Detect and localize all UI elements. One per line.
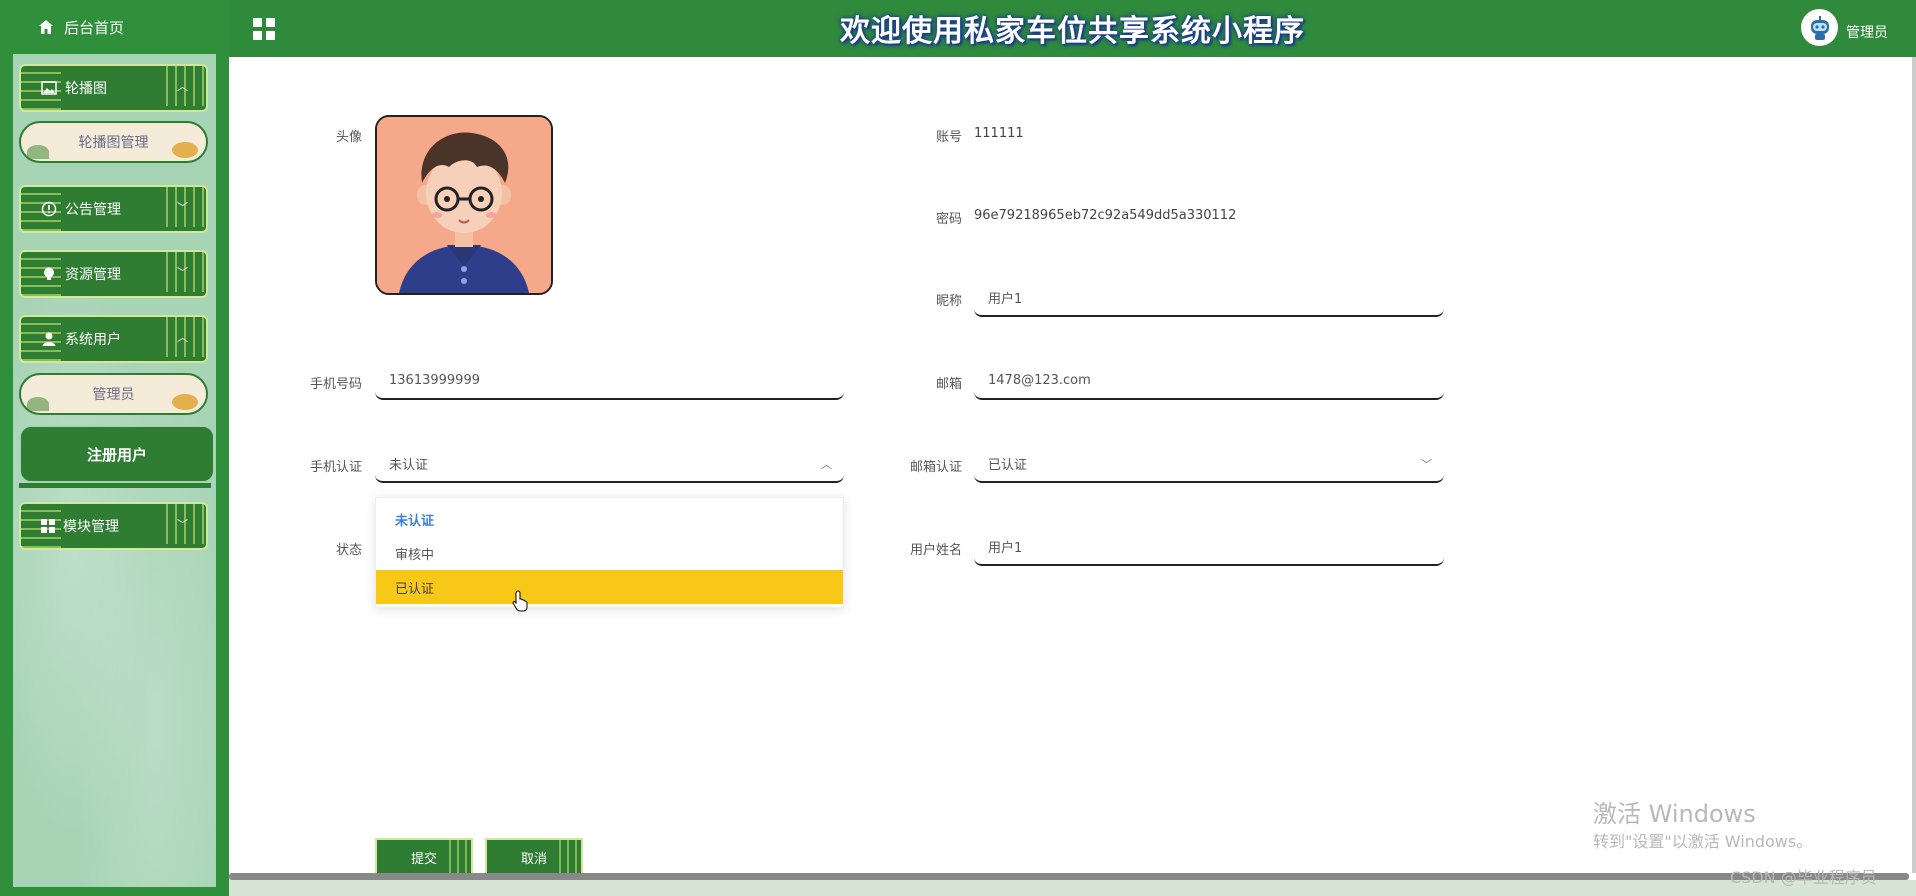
nickname-value: 用户1 xyxy=(988,291,1023,307)
nickname-label: 昵称 xyxy=(935,294,962,309)
sidebar-item-label: 管理员 xyxy=(92,387,135,403)
sidebar-item-registered-users[interactable]: 注册用户 xyxy=(19,425,215,483)
chevron-up-icon: ︿ xyxy=(177,80,188,93)
info-icon xyxy=(41,201,57,217)
phone-field[interactable]: 13613999999 xyxy=(375,362,844,400)
cancel-button-label: 取消 xyxy=(520,851,547,867)
sidebar: 后台首页 轮播图 ︿ 轮播图管理 公告管理 ﹀ 资源管理 ﹀ 系统用户 ︿ 管理… xyxy=(0,0,229,896)
page-title: 欢迎使用私家车位共享系统小程序 xyxy=(840,14,1305,49)
dropdown-option-reviewing[interactable]: 审核中 xyxy=(376,536,843,570)
chevron-down-icon: ﹀ xyxy=(177,266,188,279)
menu-module[interactable]: 模块管理 ﹀ xyxy=(19,502,208,550)
username-value: 用户1 xyxy=(988,540,1023,556)
email-verify-value: 已认证 xyxy=(988,457,1028,473)
menu-notice-label: 公告管理 xyxy=(65,202,121,218)
dropdown-option-label: 已认证 xyxy=(395,581,435,597)
menu-notice[interactable]: 公告管理 ﹀ xyxy=(19,185,208,233)
menu-resource[interactable]: 资源管理 ﹀ xyxy=(19,250,208,298)
chevron-up-icon: ︿ xyxy=(821,458,832,471)
sidebar-home[interactable]: 后台首页 xyxy=(0,0,229,54)
password-label: 密码 xyxy=(935,212,962,227)
username-label: 用户姓名 xyxy=(909,543,962,558)
email-verify-label: 邮箱认证 xyxy=(909,460,962,475)
sidebar-item-label: 注册用户 xyxy=(86,445,147,464)
phone-verify-label: 手机认证 xyxy=(309,460,362,475)
menu-resource-label: 资源管理 xyxy=(65,267,121,283)
vertical-scrollbar[interactable] xyxy=(1912,57,1916,873)
phone-value: 13613999999 xyxy=(389,372,480,388)
chevron-up-icon: ︿ xyxy=(177,331,188,344)
avatar-label: 头像 xyxy=(335,130,362,145)
windows-activate-subtitle: 转到"设置"以激活 Windows。 xyxy=(1593,832,1813,851)
phone-verify-dropdown: 未认证 审核中 已认证 xyxy=(375,497,844,608)
phone-verify-value: 未认证 xyxy=(389,457,429,473)
active-underline xyxy=(19,483,211,488)
avatar[interactable] xyxy=(1801,9,1838,46)
home-icon xyxy=(38,19,54,35)
password-value: 96e79218965eb72c92a549dd5a330112 xyxy=(974,208,1237,223)
user-icon xyxy=(41,331,57,347)
sidebar-home-label: 后台首页 xyxy=(64,18,125,37)
bottom-decoration xyxy=(229,880,1916,896)
bulb-icon xyxy=(41,266,57,282)
email-value: 1478@123.com xyxy=(988,372,1091,388)
dropdown-option-unverified[interactable]: 未认证 xyxy=(376,502,843,536)
menu-system-user[interactable]: 系统用户 ︿ xyxy=(19,315,208,363)
menu-system-user-label: 系统用户 xyxy=(65,332,121,348)
submit-button[interactable]: 提交 xyxy=(375,838,473,876)
avatar-image[interactable] xyxy=(375,115,553,295)
status-label: 状态 xyxy=(335,543,362,558)
dropdown-option-verified[interactable]: 已认证 xyxy=(376,570,843,604)
email-verify-select[interactable]: 已认证 ﹀ xyxy=(974,445,1444,483)
sidebar-item-carousel-manage[interactable]: 轮播图管理 xyxy=(19,121,208,163)
image-icon xyxy=(41,81,57,95)
chevron-down-icon: ﹀ xyxy=(1421,458,1432,471)
submit-button-label: 提交 xyxy=(410,851,437,867)
nickname-field[interactable]: 用户1 xyxy=(974,279,1444,317)
sidebar-item-label: 轮播图管理 xyxy=(78,135,149,151)
phone-verify-select[interactable]: 未认证 ︿ xyxy=(375,445,844,483)
sidebar-item-admin[interactable]: 管理员 xyxy=(19,373,208,415)
dropdown-option-label: 未认证 xyxy=(395,513,435,529)
phone-label: 手机号码 xyxy=(309,377,362,392)
chevron-down-icon: ﹀ xyxy=(177,518,188,531)
cancel-button[interactable]: 取消 xyxy=(485,838,583,876)
hand-cursor-icon xyxy=(512,590,530,616)
chevron-down-icon: ﹀ xyxy=(177,201,188,214)
username-field[interactable]: 用户1 xyxy=(974,528,1444,566)
menu-carousel-label: 轮播图 xyxy=(65,81,107,97)
account-value: 111111 xyxy=(974,126,1024,141)
email-label: 邮箱 xyxy=(935,377,962,392)
header-username[interactable]: 管理员 xyxy=(1846,22,1888,42)
menu-module-label: 模块管理 xyxy=(63,519,119,535)
grid-icon xyxy=(41,519,55,533)
csdn-watermark: CSDN @毕业程序员 xyxy=(1730,868,1877,887)
email-field[interactable]: 1478@123.com xyxy=(974,362,1444,400)
top-header: 欢迎使用私家车位共享系统小程序 管理员 xyxy=(229,0,1916,59)
dropdown-option-label: 审核中 xyxy=(395,547,435,563)
menu-carousel[interactable]: 轮播图 ︿ xyxy=(19,64,208,112)
account-label: 账号 xyxy=(935,130,962,145)
horizontal-scrollbar[interactable] xyxy=(229,873,1909,880)
windows-activate-title: 激活 Windows xyxy=(1593,800,1756,828)
